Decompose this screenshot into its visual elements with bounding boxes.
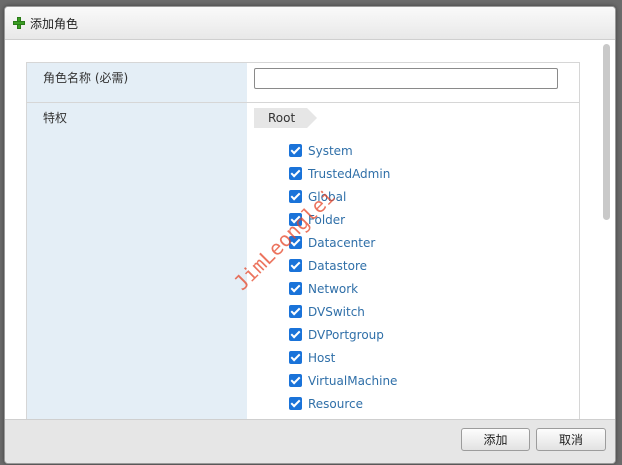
role-name-input[interactable] (254, 68, 558, 89)
scrollbar-thumb[interactable] (603, 44, 610, 220)
privilege-item-resource[interactable]: Resource (289, 392, 397, 415)
privilege-item-global[interactable]: Global (289, 185, 397, 208)
privilege-item-network[interactable]: Network (289, 277, 397, 300)
privilege-item-system[interactable]: System (289, 139, 397, 162)
role-name-label-cell: 角色名称 (必需) (27, 63, 247, 102)
checkbox[interactable] (289, 397, 302, 410)
cancel-button[interactable]: 取消 (536, 428, 606, 451)
checkbox[interactable] (289, 213, 302, 226)
privilege-label: VirtualMachine (308, 373, 398, 388)
dialog-titlebar[interactable]: 添加角色 (5, 7, 615, 40)
privileges-row: 特权 Root System TrustedAdmin Global Folde… (27, 103, 579, 419)
breadcrumb-root[interactable]: Root (254, 108, 318, 128)
role-name-label: 角色名称 (必需) (43, 71, 129, 85)
checkbox[interactable] (289, 167, 302, 180)
privileges-tree: System TrustedAdmin Global Folder Datace… (289, 139, 397, 415)
privilege-label: Datastore (308, 258, 368, 273)
privilege-item-dvportgroup[interactable]: DVPortgroup (289, 323, 397, 346)
checkbox[interactable] (289, 259, 302, 272)
checkbox[interactable] (289, 328, 302, 341)
privilege-item-datastore[interactable]: Datastore (289, 254, 397, 277)
privilege-label: Network (308, 281, 359, 296)
vertical-scrollbar[interactable] (599, 40, 615, 419)
privileges-label-cell: 特权 (27, 103, 247, 419)
checkbox[interactable] (289, 144, 302, 157)
privileges-label: 特权 (43, 111, 68, 125)
dialog-title: 添加角色 (30, 16, 79, 31)
privilege-label: Global (308, 189, 347, 204)
privilege-label: DVPortgroup (308, 327, 384, 342)
plus-icon (13, 17, 25, 29)
privilege-item-folder[interactable]: Folder (289, 208, 397, 231)
role-name-row: 角色名称 (必需) (27, 63, 579, 103)
privilege-item-trustedadmin[interactable]: TrustedAdmin (289, 162, 397, 185)
dialog-footer: 添加 取消 (5, 419, 615, 463)
privilege-label: DVSwitch (308, 304, 365, 319)
add-role-dialog: 添加角色 角色名称 (必需) 特权 Root System TrustedAdm… (4, 6, 616, 464)
checkbox[interactable] (289, 282, 302, 295)
checkbox[interactable] (289, 305, 302, 318)
checkbox[interactable] (289, 374, 302, 387)
privilege-label: TrustedAdmin (308, 166, 391, 181)
privilege-label: System (308, 143, 353, 158)
privilege-label: Resource (308, 396, 364, 411)
privilege-item-dvswitch[interactable]: DVSwitch (289, 300, 397, 323)
checkbox[interactable] (289, 351, 302, 364)
privilege-item-datacenter[interactable]: Datacenter (289, 231, 397, 254)
add-button[interactable]: 添加 (461, 428, 530, 451)
privilege-item-virtualmachine[interactable]: VirtualMachine (289, 369, 397, 392)
privilege-label: Folder (308, 212, 346, 227)
dialog-content: 角色名称 (必需) 特权 Root System TrustedAdmin Gl… (5, 40, 615, 419)
breadcrumb: Root (254, 108, 318, 128)
checkbox[interactable] (289, 190, 302, 203)
role-form: 角色名称 (必需) 特权 Root System TrustedAdmin Gl… (26, 62, 580, 419)
privilege-item-host[interactable]: Host (289, 346, 397, 369)
privilege-label: Datacenter (308, 235, 376, 250)
checkbox[interactable] (289, 236, 302, 249)
privilege-label: Host (308, 350, 336, 365)
